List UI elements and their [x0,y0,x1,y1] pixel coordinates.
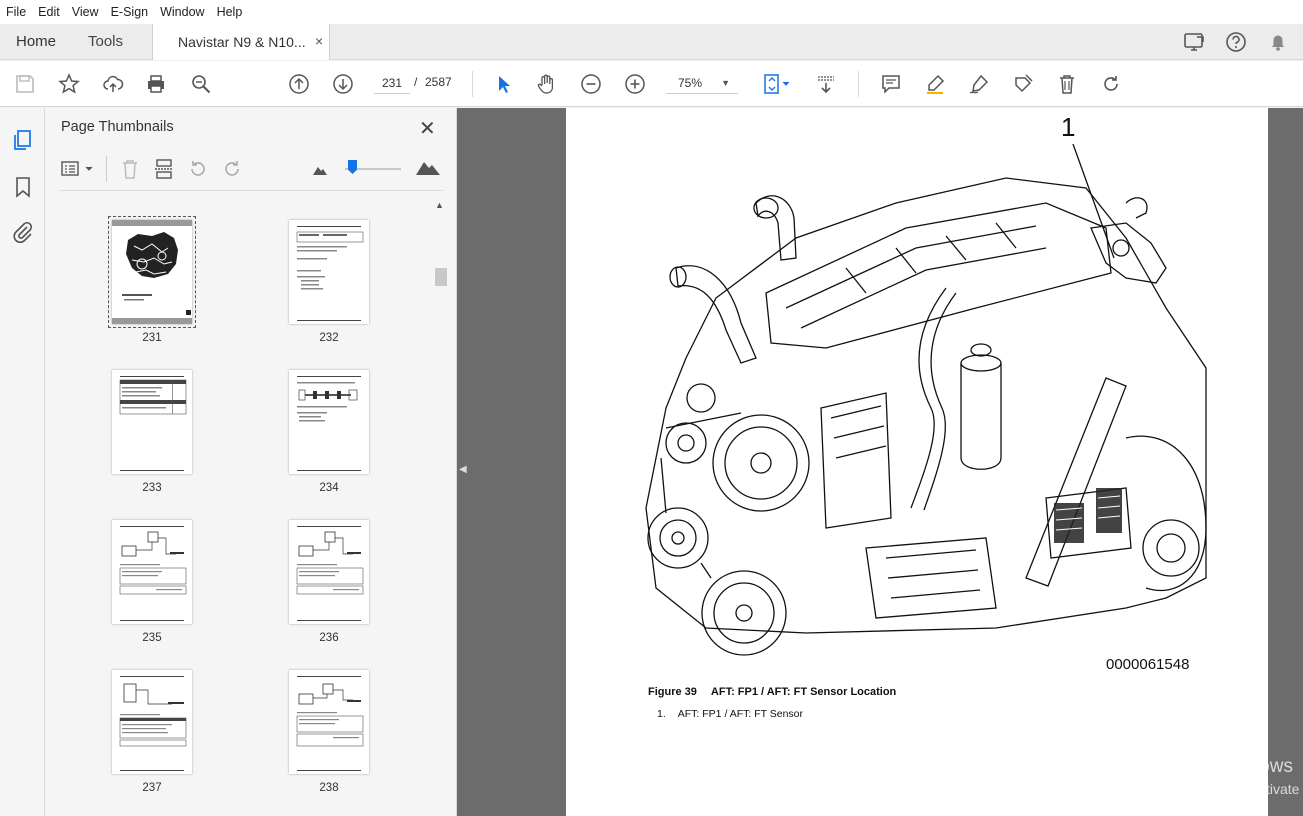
thumbnail-page-238[interactable] [289,670,369,774]
thumbnail-page-232[interactable] [289,220,369,324]
legend-item-number: 1. [657,708,666,720]
legend-item-text: AFT: FP1 / AFT: FT Sensor [677,708,804,720]
rotate-left-icon[interactable] [187,158,209,185]
help-icon[interactable] [1225,31,1247,58]
page-thumbnails-panel: Page Thumbnails ✕ [45,108,457,816]
thumbnail-page-233[interactable] [112,370,192,474]
thumbnail-label: 237 [142,782,162,794]
thumbnail-label: 238 [319,782,339,794]
hand-tool-icon[interactable] [533,71,559,97]
next-page-icon[interactable] [330,71,356,97]
tab-document[interactable]: Navistar N9 & N10... × [152,24,330,60]
highlight-pen-icon[interactable] [922,71,948,97]
delete-trash-icon[interactable] [1054,71,1080,97]
thumbnail-scrollbar-thumb[interactable] [435,268,447,286]
share-screen-icon[interactable] [1183,31,1207,58]
menu-file[interactable]: File [6,5,26,19]
page-separator: / [414,75,418,89]
zoom-level-select[interactable]: 75% ▼ [666,72,738,94]
figure-id-number: 0000061548 [1106,656,1190,673]
panel-tool-divider [106,156,107,182]
thumbnail-page-237[interactable] [112,670,192,774]
draw-pen-icon[interactable] [966,71,992,97]
thumbnail-label: 236 [319,632,339,644]
stamp-sign-icon[interactable] [1010,71,1036,97]
save-icon[interactable] [12,71,38,97]
activation-watermark-subtitle: Go to Settings to activate Windows. [1143,781,1303,797]
bookmark-star-icon[interactable] [56,71,82,97]
menu-window[interactable]: Window [160,5,204,19]
zoom-out-icon[interactable] [578,71,604,97]
close-tab-button[interactable]: × [315,33,323,49]
thumbnail-label: 235 [142,632,162,644]
panel-divider [59,190,443,191]
fit-page-icon[interactable] [758,71,794,97]
activation-watermark-title: Activate Windows [1143,756,1293,777]
thumbnail-label: 232 [319,332,339,344]
rotate-right-icon[interactable] [221,158,243,185]
insert-page-icon[interactable] [153,158,175,185]
comment-icon[interactable] [878,71,904,97]
thumbnail-page-236[interactable] [289,520,369,624]
figure-caption-label: Figure 39 [648,686,697,698]
collapse-panel-arrow-icon[interactable]: ◀ [459,464,467,475]
figure-callout-number: 1 [1061,112,1076,142]
small-thumbnail-size-icon[interactable] [312,162,328,181]
page-thumbnails-icon[interactable] [11,128,35,152]
find-zoom-icon[interactable] [188,71,214,97]
main-toolbar: 231 / 2587 75% ▼ [0,61,1303,107]
close-panel-icon[interactable]: ✕ [419,116,436,141]
thumbnail-scrollbar[interactable]: ▲ [433,200,447,816]
menu-view[interactable]: View [72,5,99,19]
document-tab-title: Navistar N9 & N10... [178,34,306,50]
delete-page-icon[interactable] [119,158,141,185]
thumbnail-page-235[interactable] [112,520,192,624]
thumbnail-page-231[interactable] [108,216,196,328]
thumbnail-page-234[interactable] [289,370,369,474]
redo-rotate-icon[interactable] [1098,71,1124,97]
zoom-level-value: 75% [678,76,703,90]
total-pages: 2587 [425,75,452,89]
tab-tools[interactable]: Tools [88,33,123,50]
attachments-paperclip-icon[interactable] [11,220,35,244]
thumbnail-label: 231 [142,332,162,344]
thumbnail-size-slider-handle[interactable] [348,160,357,174]
figure-legend-item: 1. AFT: FP1 / AFT: FT Sensor [657,708,803,720]
menu-edit[interactable]: Edit [38,5,60,19]
print-icon[interactable] [143,71,169,97]
bookmarks-icon[interactable] [11,175,35,199]
thumbnail-toolbar [59,156,443,182]
zoom-in-icon[interactable] [622,71,648,97]
engine-illustration [645,143,1207,656]
chevron-down-icon: ▼ [721,78,730,88]
tab-home[interactable]: Home [16,33,56,50]
menu-esign[interactable]: E-Sign [111,5,149,19]
scroll-mode-icon[interactable] [813,71,839,97]
current-page-input[interactable]: 231 [374,72,410,94]
figure-caption: Figure 39 AFT: FP1 / AFT: FT Sensor Locat… [648,686,896,698]
large-thumbnail-size-icon[interactable] [415,158,441,181]
notifications-bell-icon[interactable] [1267,31,1289,58]
previous-page-icon[interactable] [286,71,312,97]
thumbnail-label: 233 [142,482,162,494]
thumbnail-options-icon[interactable] [61,159,95,184]
menu-help[interactable]: Help [217,5,243,19]
figure-caption-title: AFT: FP1 / AFT: FT Sensor Location [710,686,897,698]
toolbar-divider [858,71,859,97]
thumbnail-label: 234 [319,482,339,494]
cloud-upload-icon[interactable] [100,71,126,97]
toolbar-divider [472,71,473,97]
left-navigation-rail [0,108,45,816]
scroll-up-arrow-icon[interactable]: ▲ [435,200,444,210]
panel-title: Page Thumbnails [61,119,174,135]
menu-bar: File Edit View E-Sign Window Help [0,0,1303,24]
tab-bar: Home Tools Navistar N9 & N10... × [0,24,1303,60]
select-cursor-icon[interactable] [490,71,516,97]
